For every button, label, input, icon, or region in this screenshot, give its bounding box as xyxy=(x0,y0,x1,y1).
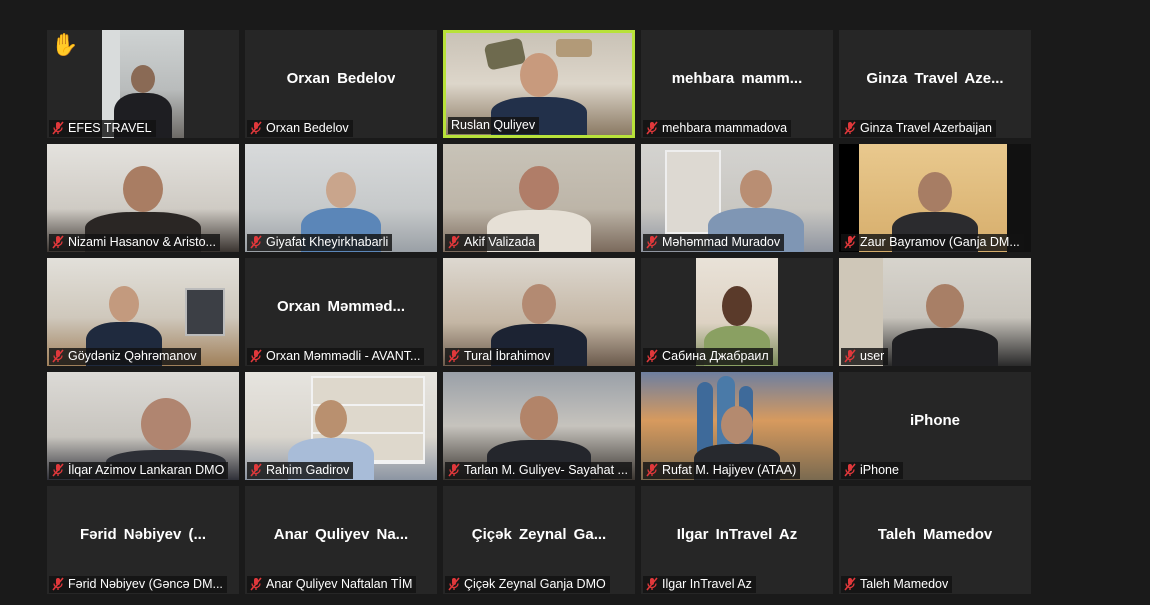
mic-muted-icon xyxy=(646,121,658,135)
participant-name-label: Anar Quliyev Naftalan TİM xyxy=(247,576,417,593)
participant-name-label: Nizami Hasanov & Aristo... xyxy=(49,234,220,251)
participant-name-label: Ilgar InTravel Az xyxy=(643,576,756,593)
participant-display-name: Çiçək Zeynal Ga... xyxy=(471,525,607,543)
participant-tile[interactable]: Məhəmmad Muradov xyxy=(641,144,833,252)
mic-muted-icon xyxy=(448,235,460,249)
participant-tile[interactable]: user xyxy=(839,258,1031,366)
participant-display-name: Taleh Mamedov xyxy=(877,525,993,543)
mic-muted-icon xyxy=(844,577,856,591)
participant-tile[interactable]: Çiçək Zeynal Ga... Çiçək Zeynal Ganja DM… xyxy=(443,486,635,594)
participant-display-name: Orxan Məmməd... xyxy=(276,297,406,315)
participant-display-name: Fərid Nəbiyev (... xyxy=(79,525,207,543)
participant-tile[interactable]: Rufat M. Hajiyev (ATAA) xyxy=(641,372,833,480)
mic-muted-icon xyxy=(448,349,460,363)
participant-tile[interactable]: mehbara mamm... mehbara mammadova xyxy=(641,30,833,138)
mic-muted-icon xyxy=(448,463,460,477)
mic-muted-icon xyxy=(646,577,658,591)
participant-display-name: mehbara mamm... xyxy=(671,69,803,87)
participant-display-name: Orxan Bedelov xyxy=(286,69,396,87)
participant-tile[interactable]: Akif Valizada xyxy=(443,144,635,252)
participant-name-label: Məhəmmad Muradov xyxy=(643,234,785,251)
participant-name-label: EFES TRAVEL xyxy=(49,120,156,137)
participant-name-label: Сабина Джабраил xyxy=(643,348,773,365)
participant-tile[interactable]: ✋ EFES TRAVEL xyxy=(47,30,239,138)
participant-name-label: Tural İbrahimov xyxy=(445,348,555,365)
participant-tile[interactable]: Anar Quliyev Na... Anar Quliyev Naftalan… xyxy=(245,486,437,594)
participant-name-label: user xyxy=(841,348,889,365)
participant-name-label: Rufat M. Hajiyev (ATAA) xyxy=(643,462,801,479)
participant-name-label: İlqar Azimov Lankaran DMO xyxy=(49,462,229,479)
participant-tile[interactable]: Taleh Mamedov Taleh Mamedov xyxy=(839,486,1031,594)
mic-muted-icon xyxy=(52,463,64,477)
mic-muted-icon xyxy=(52,121,64,135)
participant-tile[interactable]: Giyafat Kheyirkhabarli xyxy=(245,144,437,252)
participant-name-label: Orxan Bedelov xyxy=(247,120,353,137)
mic-muted-icon xyxy=(250,121,262,135)
participant-display-name: Ginza Travel Aze... xyxy=(866,69,1004,87)
participant-name-label: Çiçək Zeynal Ganja DMO xyxy=(445,576,610,593)
mic-muted-icon xyxy=(52,577,64,591)
participant-display-name: Ilgar InTravel Az xyxy=(676,525,798,543)
video-gallery-grid: ✋ EFES TRAVEL Orxan Bedelov Orxan Bedelo… xyxy=(47,30,1031,594)
participant-name-label: Ginza Travel Azerbaijan xyxy=(841,120,997,137)
participant-tile[interactable]: Orxan Bedelov Orxan Bedelov xyxy=(245,30,437,138)
participant-name-label: iPhone xyxy=(841,462,903,479)
participant-tile[interactable]: İlqar Azimov Lankaran DMO xyxy=(47,372,239,480)
participant-name-label: Rahim Gadirov xyxy=(247,462,354,479)
participant-tile[interactable]: Ginza Travel Aze... Ginza Travel Azerbai… xyxy=(839,30,1031,138)
participant-tile[interactable]: Orxan Məmməd... Orxan Məmmədli - AVANT..… xyxy=(245,258,437,366)
mic-muted-icon xyxy=(52,349,64,363)
participant-name-label: Fərid Nəbiyev (Gəncə DM... xyxy=(49,576,227,593)
mic-muted-icon xyxy=(646,349,658,363)
participant-tile[interactable]: Zaur Bayramov (Ganja DM... xyxy=(839,144,1031,252)
participant-tile[interactable]: Сабина Джабраил xyxy=(641,258,833,366)
participant-name-label: Orxan Məmmədli - AVANT... xyxy=(247,348,425,365)
mic-muted-icon xyxy=(448,577,460,591)
participant-tile[interactable]: Fərid Nəbiyev (... Fərid Nəbiyev (Gəncə … xyxy=(47,486,239,594)
mic-muted-icon xyxy=(844,463,856,477)
participant-tile[interactable]: Tural İbrahimov xyxy=(443,258,635,366)
mic-muted-icon xyxy=(52,235,64,249)
mic-muted-icon xyxy=(844,235,856,249)
participant-tile[interactable]: Nizami Hasanov & Aristo... xyxy=(47,144,239,252)
participant-name-label: Göydəniz Qəhrəmanov xyxy=(49,348,201,365)
participant-name-label: Taleh Mamedov xyxy=(841,576,953,593)
participant-name-label: Giyafat Kheyirkhabarli xyxy=(247,234,393,251)
participant-tile[interactable]: Göydəniz Qəhrəmanov xyxy=(47,258,239,366)
mic-muted-icon xyxy=(250,577,262,591)
mic-muted-icon xyxy=(646,235,658,249)
participant-name-label: Akif Valizada xyxy=(445,234,540,251)
mic-muted-icon xyxy=(844,349,856,363)
active-speaker-tile[interactable]: Ruslan Quliyev xyxy=(443,30,635,138)
participant-tile[interactable]: Ilgar InTravel Az Ilgar InTravel Az xyxy=(641,486,833,594)
mic-muted-icon xyxy=(844,121,856,135)
mic-muted-icon xyxy=(250,463,262,477)
participant-display-name: iPhone xyxy=(909,411,960,429)
participant-name-label: Zaur Bayramov (Ganja DM... xyxy=(841,234,1024,251)
participant-name-label: Ruslan Quliyev xyxy=(448,117,540,134)
raised-hand-icon: ✋ xyxy=(51,32,79,57)
mic-muted-icon xyxy=(646,463,658,477)
mic-muted-icon xyxy=(250,349,262,363)
mic-muted-icon xyxy=(250,235,262,249)
participant-tile[interactable]: iPhone iPhone xyxy=(839,372,1031,480)
participant-tile[interactable]: Rahim Gadirov xyxy=(245,372,437,480)
participant-name-label: mehbara mammadova xyxy=(643,120,792,137)
participant-display-name: Anar Quliyev Na... xyxy=(273,525,409,543)
participant-tile[interactable]: Tarlan M. Guliyev- Sayahat ... xyxy=(443,372,635,480)
participant-name-label: Tarlan M. Guliyev- Sayahat ... xyxy=(445,462,632,479)
